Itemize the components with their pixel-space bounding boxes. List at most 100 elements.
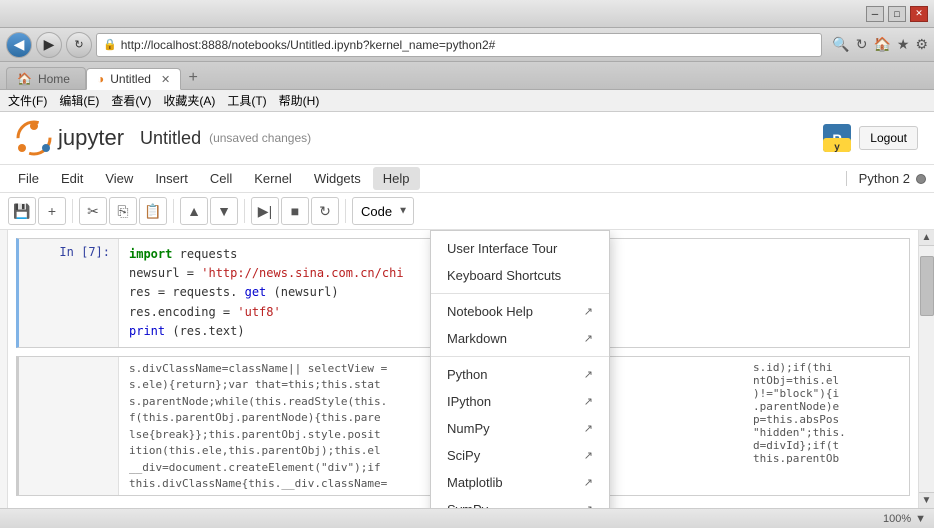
tab-close-button[interactable]: ✕ <box>161 73 170 86</box>
refresh-small-icon[interactable]: ↻ <box>856 36 868 53</box>
notebook-help-label: Notebook Help <box>447 304 533 319</box>
dropdown-matplotlib[interactable]: Matplotlib ↗ <box>431 469 609 496</box>
move-down-button[interactable]: ▼ <box>210 197 238 225</box>
output-right: s.id);if(thi ntObj=this.el )!="block"){i… <box>749 357 909 496</box>
ui-tour-label: User Interface Tour <box>447 241 557 256</box>
external-link-icon-7: ↗ <box>584 476 593 489</box>
close-button[interactable]: ✕ <box>910 6 928 22</box>
run-button[interactable]: ▶| <box>251 197 279 225</box>
logout-button[interactable]: Logout <box>859 126 918 150</box>
zoom-dropdown-icon[interactable]: ▼ <box>915 513 926 525</box>
code-text-5: (res.text) <box>172 324 244 338</box>
toolbar-separator-3 <box>244 199 245 223</box>
jupyter-logo: jupyter <box>16 120 124 156</box>
cn-edit[interactable]: 编辑(E) <box>59 92 99 109</box>
menu-help[interactable]: Help <box>373 167 420 190</box>
external-link-icon-3: ↗ <box>584 368 593 381</box>
home-tab-icon: 🏠 <box>17 72 32 86</box>
menu-edit[interactable]: Edit <box>51 167 93 190</box>
zoom-control: 100% ▼ <box>883 513 926 525</box>
kernel-info: Python 2 <box>846 171 926 186</box>
scroll-down-button[interactable]: ▼ <box>919 492 934 508</box>
right-line-3: )!="block"){i <box>753 387 905 400</box>
notebook-wrapper: 文件(F) 编辑(E) 查看(V) 收藏夹(A) 工具(T) 帮助(H) jup… <box>0 90 934 528</box>
favorites-icon[interactable]: ★ <box>897 36 910 53</box>
external-link-icon-6: ↗ <box>584 449 593 462</box>
external-link-icon-5: ↗ <box>584 422 593 435</box>
cn-help[interactable]: 帮助(H) <box>279 92 320 109</box>
var-encoding: res.encoding = <box>129 305 237 319</box>
right-line-2: ntObj=this.el <box>753 374 905 387</box>
string-url: 'http://news.sina.com.cn/chi <box>201 266 403 280</box>
dropdown-markdown[interactable]: Markdown ↗ <box>431 325 609 352</box>
new-tab-button[interactable]: + <box>181 67 205 89</box>
tab-untitled[interactable]: ◑ Untitled ✕ <box>86 68 181 90</box>
left-margin <box>0 230 8 508</box>
right-line-1: s.id);if(thi <box>753 361 905 374</box>
menu-file[interactable]: File <box>8 167 49 190</box>
fn-print: print <box>129 324 165 338</box>
dropdown-keyboard-shortcuts[interactable]: Keyboard Shortcuts <box>431 262 609 289</box>
cut-button[interactable]: ✂ <box>79 197 107 225</box>
dropdown-user-interface-tour[interactable]: User Interface Tour <box>431 235 609 262</box>
cn-menubar: 文件(F) 编辑(E) 查看(V) 收藏夹(A) 工具(T) 帮助(H) <box>0 90 934 112</box>
window-controls: ─ □ ✕ <box>866 6 928 22</box>
move-up-button[interactable]: ▲ <box>180 197 208 225</box>
copy-button[interactable]: ⎘ <box>109 197 137 225</box>
dropdown-scipy[interactable]: SciPy ↗ <box>431 442 609 469</box>
cn-view[interactable]: 查看(V) <box>111 92 151 109</box>
toolbar-separator-2 <box>173 199 174 223</box>
jupyter-logo-text: jupyter <box>58 125 124 151</box>
python-label: Python <box>447 367 487 382</box>
cell-prompt: In [7]: <box>19 239 119 347</box>
cn-favorites[interactable]: 收藏夹(A) <box>163 92 215 109</box>
home-tab-label: Home <box>38 72 70 86</box>
notebook-title[interactable]: Untitled <box>140 128 201 149</box>
scroll-up-button[interactable]: ▲ <box>919 230 934 246</box>
scroll-thumb[interactable] <box>920 256 934 316</box>
menu-kernel[interactable]: Kernel <box>244 167 302 190</box>
maximize-button[interactable]: □ <box>888 6 906 22</box>
save-button[interactable]: 💾 <box>8 197 36 225</box>
keyword-import: import <box>129 247 172 261</box>
dropdown-notebook-help[interactable]: Notebook Help ↗ <box>431 298 609 325</box>
minimize-button[interactable]: ─ <box>866 6 884 22</box>
dropdown-separator-2 <box>431 356 609 357</box>
menu-insert[interactable]: Insert <box>145 167 198 190</box>
svg-text:y: y <box>835 142 841 152</box>
address-bar-container: 🔒 <box>96 33 822 57</box>
zoom-level: 100% <box>883 513 911 525</box>
cn-tools[interactable]: 工具(T) <box>227 92 266 109</box>
menu-cell[interactable]: Cell <box>200 167 242 190</box>
output-prompt <box>19 357 119 496</box>
var-newsurl: newsurl = <box>129 266 201 280</box>
refresh-button[interactable]: ↻ <box>66 32 92 58</box>
back-button[interactable]: ◀ <box>6 32 32 58</box>
dropdown-python[interactable]: Python ↗ <box>431 361 609 388</box>
fn-get: get <box>245 285 267 299</box>
forward-button[interactable]: ▶ <box>36 32 62 58</box>
tab-home[interactable]: 🏠 Home <box>6 67 86 89</box>
stop-button[interactable]: ■ <box>281 197 309 225</box>
help-dropdown-menu: User Interface Tour Keyboard Shortcuts N… <box>430 230 610 508</box>
cell-type-select[interactable]: Code <box>352 197 414 225</box>
dropdown-sympy[interactable]: SymPy ↗ <box>431 496 609 508</box>
settings-icon[interactable]: ⚙ <box>915 36 928 53</box>
cn-file[interactable]: 文件(F) <box>8 92 47 109</box>
menu-view[interactable]: View <box>95 167 143 190</box>
paste-button[interactable]: 📋 <box>139 197 167 225</box>
home-icon[interactable]: 🏠 <box>873 36 890 53</box>
search-icon[interactable]: 🔍 <box>832 36 849 53</box>
add-cell-button[interactable]: + <box>38 197 66 225</box>
status-bar: 100% ▼ <box>0 508 934 528</box>
notebook-tab-icon: ◑ <box>97 72 104 86</box>
external-link-icon-8: ↗ <box>584 503 593 508</box>
ipython-label: IPython <box>447 394 491 409</box>
browser-navbar: ◀ ▶ ↻ 🔒 🔍 ↻ 🏠 ★ ⚙ <box>0 28 934 62</box>
dropdown-ipython[interactable]: IPython ↗ <box>431 388 609 415</box>
menu-widgets[interactable]: Widgets <box>304 167 371 190</box>
address-input[interactable] <box>121 38 816 52</box>
restart-button[interactable]: ↻ <box>311 197 339 225</box>
dropdown-numpy[interactable]: NumPy ↗ <box>431 415 609 442</box>
right-line-5: p=this.absPos <box>753 413 905 426</box>
